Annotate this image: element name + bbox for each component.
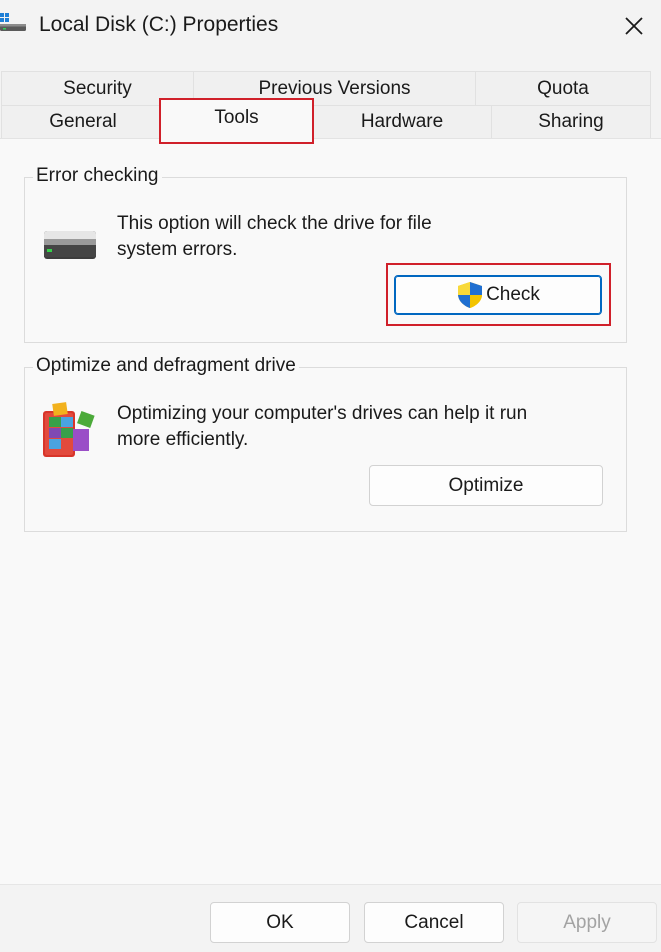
- tab-sharing[interactable]: Sharing: [491, 105, 651, 139]
- optimize-button[interactable]: Optimize: [369, 465, 603, 506]
- tab-label: Security: [63, 78, 132, 99]
- optimize-group-label: Optimize and defragment drive: [33, 355, 299, 377]
- check-button-label: Check: [486, 284, 540, 305]
- defrag-icon: [43, 402, 95, 457]
- drive-icon: [0, 13, 26, 31]
- optimize-button-label: Optimize: [448, 474, 524, 496]
- tab-hardware[interactable]: Hardware: [311, 105, 493, 139]
- tab-quota[interactable]: Quota: [475, 71, 651, 107]
- cancel-button[interactable]: Cancel: [364, 902, 504, 943]
- description-line: This option will check the drive for fil…: [117, 213, 432, 234]
- description-line: Optimizing your computer's drives can he…: [117, 403, 528, 424]
- dialog-footer: OK Cancel Apply: [0, 884, 661, 952]
- tab-label: Previous Versions: [258, 78, 411, 99]
- apply-button[interactable]: Apply: [517, 902, 657, 943]
- uac-shield-icon: [458, 282, 483, 308]
- tab-label: Tools: [214, 107, 259, 128]
- error-checking-group-label: Error checking: [33, 165, 162, 187]
- title-bar: Local Disk (C:) Properties: [0, 0, 661, 54]
- tab-label: General: [49, 111, 117, 132]
- cancel-button-label: Cancel: [404, 911, 464, 933]
- window-title: Local Disk (C:) Properties: [39, 13, 279, 36]
- error-checking-description: This option will check the drive for fil…: [117, 211, 607, 263]
- tab-tools[interactable]: Tools: [159, 98, 314, 144]
- check-button[interactable]: Check: [394, 275, 602, 315]
- tab-label: Sharing: [538, 111, 604, 132]
- tab-general[interactable]: General: [1, 105, 165, 139]
- close-icon: [625, 17, 643, 35]
- hard-drive-icon: [44, 231, 96, 259]
- apply-button-label: Apply: [563, 911, 611, 933]
- tools-tab-panel: Error checking This option will check th…: [0, 138, 661, 884]
- tab-label: Quota: [537, 78, 589, 99]
- description-line: system errors.: [117, 239, 238, 260]
- tab-label: Hardware: [360, 111, 444, 132]
- ok-button[interactable]: OK: [210, 902, 350, 943]
- optimize-description: Optimizing your computer's drives can he…: [117, 401, 617, 453]
- close-button[interactable]: [612, 8, 656, 44]
- description-line: more efficiently.: [117, 429, 249, 450]
- ok-button-label: OK: [266, 911, 294, 933]
